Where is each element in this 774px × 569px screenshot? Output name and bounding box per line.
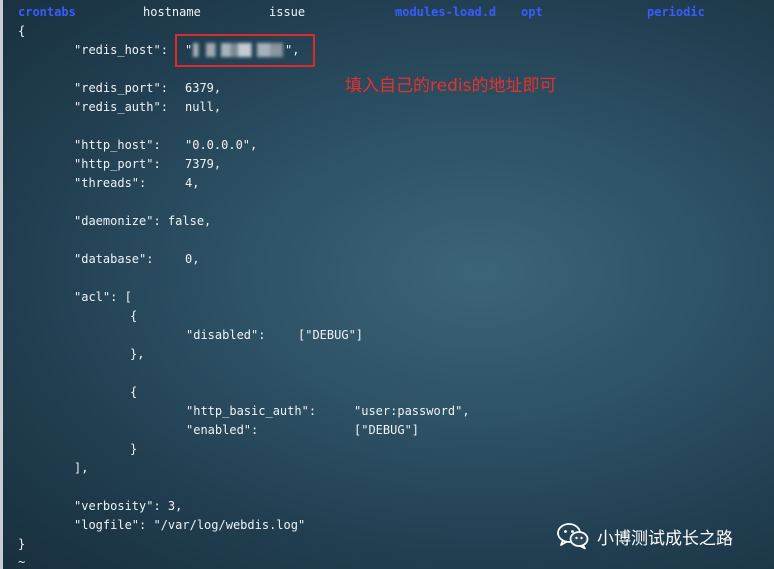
file-hostname: hostname [143,5,201,19]
http-host-value: "0.0.0.0", [185,138,258,152]
terminal-window[interactable]: crontabs hostname issue modules-load.d o… [0,0,774,569]
acl-open: "acl": [ [74,290,132,304]
acl-close: ], [74,461,89,475]
database-value: 0, [185,252,200,266]
http-port-key: "http_port": [74,157,161,171]
verbosity-line: "verbosity": 3, [74,499,183,513]
http-basic-auth-key: "http_basic_auth": [186,404,317,418]
dir-crontabs: crontabs [18,5,76,19]
dir-opt: opt [521,5,543,19]
disabled-value: ["DEBUG"] [298,328,364,342]
redis-port-value: 6379, [185,81,222,95]
acl-object2-open: { [130,385,138,399]
file-issue: issue [269,5,306,19]
disabled-key: "disabled": [186,328,266,342]
annotation-note: 填入自己的redis的地址即可 [345,76,557,96]
enabled-value: ["DEBUG"] [354,423,420,437]
threads-value: 4, [185,176,200,190]
acl-object2-close: } [130,442,138,456]
watermark-text: 小博测试成长之路 [597,528,733,549]
open-brace: { [18,24,26,38]
close-brace: } [18,537,26,551]
logfile-line: "logfile": "/var/log/webdis.log" [74,518,306,532]
http-basic-auth-value: "user:password", [354,404,470,418]
acl-object1-close: }, [130,347,145,361]
http-host-key: "http_host": [74,138,161,152]
redis-port-key: "redis_port": [74,81,168,95]
redis-auth-key: "redis_auth": [74,100,168,114]
enabled-key: "enabled": [186,423,259,437]
redis-auth-value: null, [185,100,222,114]
acl-object1-open: { [130,309,138,323]
daemonize-line: "daemonize": false, [74,214,212,228]
watermark: 小博测试成长之路 [557,521,733,551]
redis-host-key: "redis_host": [74,43,168,57]
threads-key: "threads": [74,176,147,190]
dir-periodic: periodic [647,5,705,19]
database-key: "database": [74,252,154,266]
redis-host-highlight-box [175,34,315,67]
http-port-value: 7379, [185,157,222,171]
window-edge [0,0,3,569]
vim-tilde: ~ [18,555,26,569]
dir-modules-load: modules-load.d [395,5,497,19]
wechat-icon [557,523,589,550]
